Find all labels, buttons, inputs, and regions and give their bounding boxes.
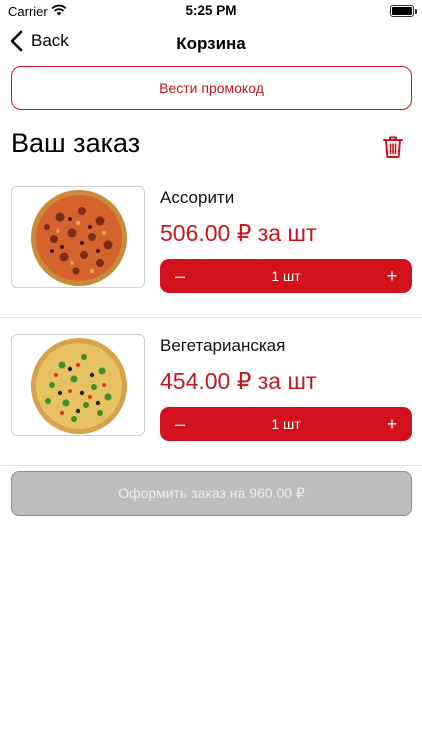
increase-button[interactable]: + [372,259,412,293]
trash-icon[interactable] [382,135,404,164]
quantity-value: 1 шт [271,268,301,284]
quantity-stepper: – 1 шт + [160,407,412,441]
quantity-value: 1 шт [271,416,301,432]
order-title: Ваш заказ [11,128,141,158]
decrease-button[interactable]: – [160,407,200,441]
item-price: 454.00 ₽ за шт [160,368,317,394]
status-bar: Carrier 5:25 PM [0,0,422,24]
clock: 5:25 PM [185,3,237,18]
cart-item: Ассорити 506.00 ₽ за шт – 1 шт + [0,170,422,318]
quantity-stepper: – 1 шт + [160,259,412,293]
checkout-button[interactable]: Оформить заказ на 960.00 ₽ [11,471,412,516]
page-title: Корзина [176,34,246,53]
pizza-image [11,186,145,288]
battery-icon [390,5,417,17]
item-name: Ассорити [160,188,235,207]
increase-button[interactable]: + [372,407,412,441]
navigation-bar: Back Корзина [0,24,422,64]
item-name: Вегетарианская [160,336,286,355]
cart-item: Вегетарианская 454.00 ₽ за шт – 1 шт + [0,318,422,466]
decrease-button[interactable]: – [160,259,200,293]
promo-code-button[interactable]: Вести промокод [11,66,412,110]
pizza-image [11,334,145,436]
item-price: 506.00 ₽ за шт [160,220,317,246]
